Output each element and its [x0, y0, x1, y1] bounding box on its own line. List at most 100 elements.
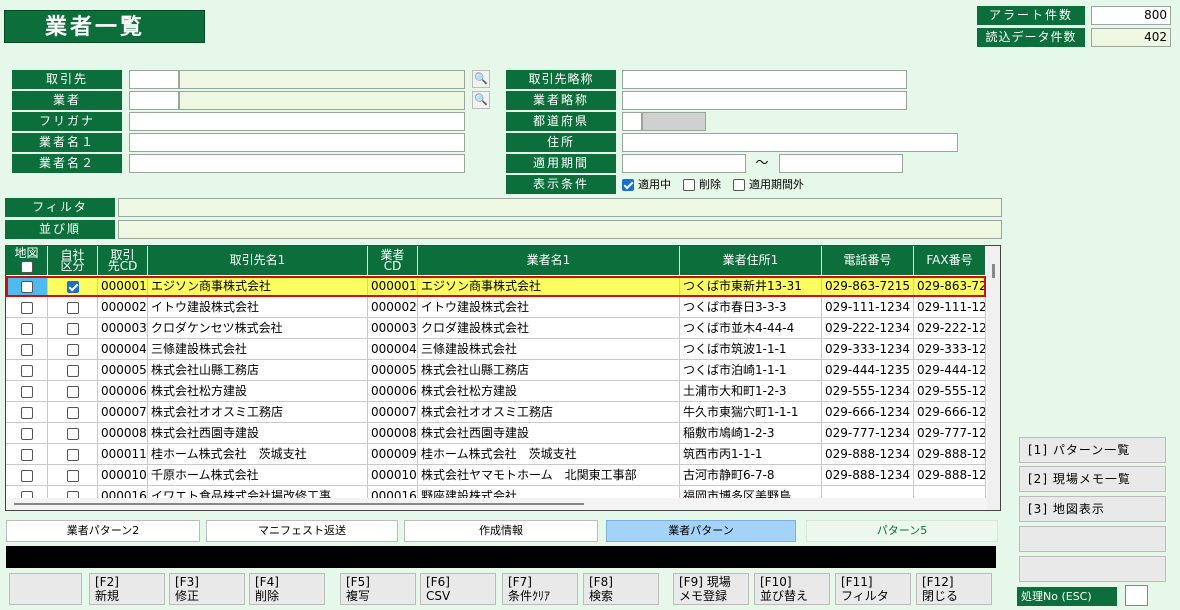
map-cell [6, 318, 48, 338]
table-row[interactable]: 000006 株式会社松方建設 000006 株式会社松方建設 土浦市大和町1-2-3 0… [6, 381, 986, 402]
jusho-input[interactable] [622, 133, 958, 152]
filter-field[interactable] [118, 198, 1002, 217]
jisha-kubun-checkbox[interactable] [66, 301, 79, 314]
col-header-gyosha-address[interactable]: 業者住所1 [680, 246, 822, 275]
col-header-text: 地図 [14, 246, 39, 260]
map-checkbox[interactable] [20, 343, 33, 356]
jisha-kubun-checkbox[interactable] [66, 385, 79, 398]
map-checkbox[interactable] [20, 364, 33, 377]
f12-close-button[interactable]: [F12] 閉じる [916, 573, 992, 605]
tekiyo-end-input[interactable] [779, 154, 903, 173]
f4-delete-button[interactable]: [F4] 削除 [249, 573, 325, 605]
side-button-empty-1[interactable] [1019, 526, 1166, 552]
jisha-kubun-checkbox[interactable] [66, 364, 79, 377]
cell-torihikisaki-name: 千原ホーム株式会社 [148, 465, 368, 485]
jisha-kubun-checkbox[interactable] [66, 322, 79, 335]
torihikisaki-ryaku-input[interactable] [622, 70, 907, 89]
f9-genba-memo-button[interactable]: [F9] 現場 メモ登録 [673, 573, 749, 605]
f5-copy-button[interactable]: [F5] 複写 [340, 573, 416, 605]
map-checkbox[interactable] [20, 427, 33, 440]
cell-gyosha-name: クロダ建設株式会社 [418, 318, 680, 338]
table-row[interactable]: 000003 クロダケンセツ株式会社 000003 クロダ建設株式会社 つくば市並木4-… [6, 318, 986, 339]
table-row[interactable]: 000001 エジソン商事株式会社 000001 エジソン商事株式会社 つくば市東新井1… [6, 276, 986, 297]
map-checkbox[interactable] [20, 301, 33, 314]
furigana-input[interactable] [129, 112, 465, 131]
jisha-kubun-checkbox[interactable] [66, 406, 79, 419]
tab-creation-info[interactable]: 作成情報 [404, 520, 598, 542]
tab-pattern5[interactable]: パターン5 [806, 520, 998, 542]
jisha-kubun-checkbox[interactable] [66, 469, 79, 482]
sort-field[interactable] [118, 220, 1002, 239]
genba-memo-list-button[interactable]: [2] 現場メモ一覧 [1019, 466, 1166, 492]
cell-torihikisaki-cd: 000010 [98, 465, 148, 485]
f11-filter-button[interactable]: [F11] フィルタ [835, 573, 911, 605]
jisha-kubun-cell [48, 402, 98, 422]
cell-torihikisaki-cd: 000008 [98, 423, 148, 443]
gyosha-search-icon[interactable]: 🔍 [472, 91, 490, 109]
map-checkbox[interactable] [20, 448, 33, 461]
jisha-kubun-checkbox[interactable] [66, 427, 79, 440]
f6-csv-button[interactable]: [F6] CSV [420, 573, 496, 605]
cell-fax: 029-111-12 [914, 297, 986, 317]
gyosha-mei2-input[interactable] [129, 154, 465, 173]
todofuken-name-field [642, 112, 706, 131]
tekiyochu-checkbox[interactable] [622, 178, 634, 191]
gyosha-ryaku-input[interactable] [622, 91, 907, 110]
table-row[interactable]: 000002 イトウ建設株式会社 000002 イトウ建設株式会社 つくば市春日3-3-… [6, 297, 986, 318]
map-checkbox[interactable] [20, 469, 33, 482]
pattern-list-button[interactable]: [1] パターン一覧 [1019, 437, 1166, 463]
f8-search-button[interactable]: [F8] 検索 [583, 573, 659, 605]
jisha-kubun-checkbox[interactable] [66, 448, 79, 461]
process-no-input[interactable] [1125, 585, 1148, 606]
table-row[interactable]: 000007 株式会社オオスミ工務店 000007 株式会社オオスミ工務店 牛久市東猯穴… [6, 402, 986, 423]
gyosha-mei1-input[interactable] [129, 133, 465, 152]
side-button-empty-2[interactable] [1019, 556, 1166, 582]
todofuken-code-input[interactable] [622, 112, 642, 131]
blank-button[interactable] [9, 573, 82, 605]
map-display-button[interactable]: [3] 地図表示 [1019, 496, 1166, 522]
col-header-jisha-kubun[interactable]: 自社 区分 [48, 246, 98, 275]
alert-count-label: アラート件数 [977, 6, 1085, 25]
col-header-tel[interactable]: 電話番号 [822, 246, 914, 275]
sakujo-checkbox[interactable] [683, 178, 695, 191]
map-cell [6, 339, 48, 359]
map-checkbox[interactable] [20, 385, 33, 398]
grid-horizontal-scrollbar[interactable] [6, 498, 987, 510]
col-header-torihikisaki-cd[interactable]: 取引 先CD [98, 246, 148, 275]
col-header-torihikisaki-name[interactable]: 取引先名1 [148, 246, 368, 275]
torihikisaki-search-icon[interactable]: 🔍 [472, 70, 490, 88]
jisha-kubun-cell [48, 318, 98, 338]
select-all-checkbox[interactable] [20, 261, 33, 273]
grid-vertical-scrollbar[interactable] [987, 246, 1000, 510]
tab-manifest-return[interactable]: マニフェスト返送 [206, 520, 398, 542]
gyosha-label: 業者 [12, 91, 122, 110]
gyosha-code-input[interactable] [129, 91, 179, 110]
jisha-kubun-checkbox[interactable] [66, 343, 79, 356]
col-header-gyosha-name[interactable]: 業者名1 [418, 246, 680, 275]
table-row[interactable]: 000005 株式会社山縣工務店 000005 株式会社山縣工務店 つくば市泊崎1-1-… [6, 360, 986, 381]
fkey-code: [F3] [175, 575, 199, 589]
f2-new-button[interactable]: [F2] 新規 [89, 573, 165, 605]
torihikisaki-code-input[interactable] [129, 70, 179, 89]
table-row[interactable]: 000008 株式会社西園寺建設 000008 株式会社西園寺建設 稲敷市鳩崎1-2-3… [6, 423, 986, 444]
tekiyogai-checkbox[interactable] [733, 178, 745, 191]
map-checkbox[interactable] [20, 322, 33, 335]
f3-edit-button[interactable]: [F3] 修正 [169, 573, 245, 605]
furigana-label: フリガナ [12, 112, 122, 131]
map-checkbox[interactable] [20, 406, 33, 419]
jisha-kubun-checkbox[interactable] [66, 280, 79, 293]
jisha-kubun-cell [48, 423, 98, 443]
tab-gyosha-pattern[interactable]: 業者パターン [606, 520, 796, 542]
tekiyo-start-input[interactable] [622, 154, 746, 173]
tab-gyosha-pattern2[interactable]: 業者パターン2 [6, 520, 200, 542]
col-header-gyosha-cd[interactable]: 業者 CD [368, 246, 418, 275]
f10-sort-button[interactable]: [F10] 並び替え [754, 573, 830, 605]
col-header-fax[interactable]: FAX番号 [914, 246, 986, 275]
map-checkbox[interactable] [20, 280, 33, 293]
f7-clear-conditions-button[interactable]: [F7] 条件ｸﾘｱ [502, 573, 578, 605]
table-row[interactable]: 000011 桂ホーム株式会社 茨城支社 000009 桂ホーム株式会社 茨城支社 筑西… [6, 444, 986, 465]
cell-gyosha-name: 株式会社ヤマモトホーム 北関東工事部 [418, 465, 680, 485]
table-row[interactable]: 000010 千原ホーム株式会社 000010 株式会社ヤマモトホーム 北関東工事部古… [6, 465, 986, 486]
col-header-map[interactable]: 地図 [6, 246, 48, 275]
table-row[interactable]: 000004 三條建設株式会社 000004 三條建設株式会社 つくば市筑波1-1-1 0… [6, 339, 986, 360]
